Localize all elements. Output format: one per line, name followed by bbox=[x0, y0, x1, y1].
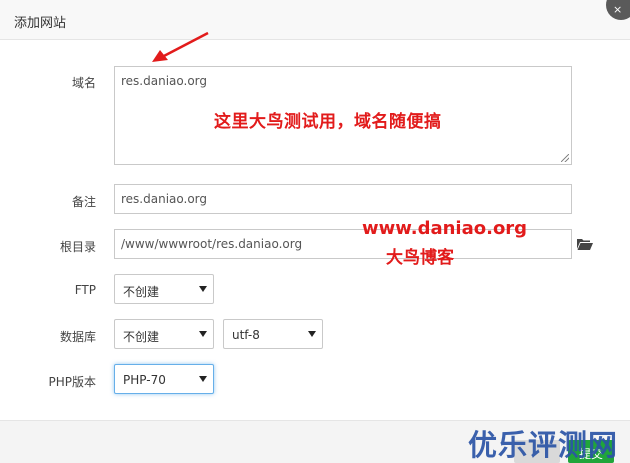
remark-label: 备注 bbox=[71, 195, 96, 209]
ftp-label: FTP bbox=[74, 283, 96, 297]
php-version-select[interactable]: PHP-70 bbox=[114, 364, 214, 394]
caret-down-icon bbox=[199, 331, 207, 337]
ftp-value: 不创建 bbox=[123, 285, 160, 299]
database-label: 数据库 bbox=[59, 330, 96, 344]
dialog-title-bar: 添加网站 bbox=[0, 0, 630, 40]
database-value: 不创建 bbox=[123, 330, 160, 344]
php-version-label: PHP版本 bbox=[48, 375, 97, 389]
annotation-blog: 大鸟博客 bbox=[386, 248, 454, 268]
dialog-title: 添加网站 bbox=[14, 16, 67, 31]
watermark-logo: 优乐评测网 bbox=[468, 428, 619, 462]
php-version-value: PHP-70 bbox=[123, 373, 166, 387]
ftp-select[interactable]: 不创建 bbox=[114, 274, 214, 304]
charset-value: utf-8 bbox=[232, 328, 260, 342]
caret-down-icon bbox=[199, 376, 207, 382]
domain-value: res.daniao.org bbox=[121, 74, 208, 88]
domain-label: 域名 bbox=[71, 76, 96, 90]
resize-handle-icon[interactable] bbox=[561, 154, 569, 162]
remark-value: res.daniao.org bbox=[121, 192, 208, 206]
folder-open-icon[interactable] bbox=[577, 238, 593, 250]
root-dir-value: /www/wwwroot/res.daniao.org bbox=[121, 237, 303, 251]
caret-down-icon bbox=[308, 331, 316, 337]
charset-select[interactable]: utf-8 bbox=[223, 319, 323, 349]
annotation-main: 这里大鸟测试用，域名随便搞 bbox=[214, 112, 442, 132]
arrow-annotation-icon bbox=[152, 31, 209, 62]
root-dir-label: 根目录 bbox=[59, 240, 96, 254]
annotation-url: www.daniao.org bbox=[362, 218, 528, 239]
database-select[interactable]: 不创建 bbox=[114, 319, 214, 349]
caret-down-icon bbox=[199, 286, 207, 292]
remark-input[interactable]: res.daniao.org bbox=[114, 184, 572, 214]
